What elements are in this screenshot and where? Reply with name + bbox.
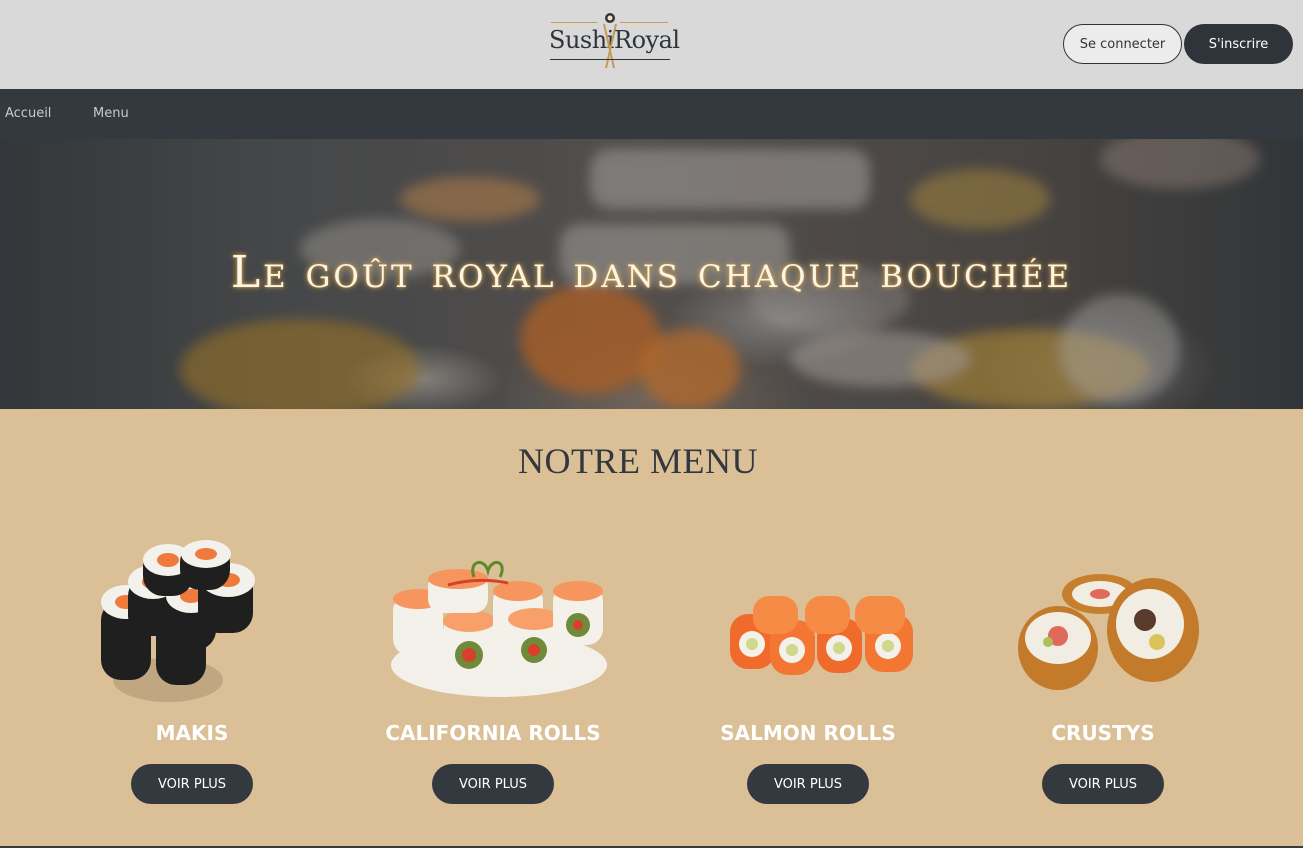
- voir-plus-button-california-rolls[interactable]: VOIR PLUS: [432, 764, 554, 804]
- card-title-california-rolls: CALIFORNIA ROLLS: [385, 721, 601, 745]
- makis-image[interactable]: [98, 540, 263, 710]
- voir-plus-button-makis[interactable]: VOIR PLUS: [131, 764, 253, 804]
- nav-item-accueil[interactable]: Accueil: [5, 106, 51, 121]
- site-header: Sushi Royal Se connecter S'inscrire: [0, 0, 1303, 89]
- card-title-makis: MAKIS: [155, 721, 229, 745]
- voir-plus-button-salmon-rolls[interactable]: VOIR PLUS: [747, 764, 869, 804]
- hero-title: Le goût royal dans chaque bouchée: [230, 247, 1073, 298]
- main-nav: Accueil Menu: [0, 89, 1303, 139]
- card-title-crustys: CRUSTYS: [1051, 721, 1155, 745]
- salmon-rolls-image[interactable]: [725, 592, 920, 680]
- california-rolls-image[interactable]: [388, 555, 610, 700]
- login-button[interactable]: Se connecter: [1063, 24, 1182, 64]
- signup-button[interactable]: S'inscrire: [1184, 24, 1293, 64]
- logo-underline: [550, 59, 670, 60]
- crustys-image[interactable]: [1015, 572, 1205, 692]
- card-title-salmon-rolls: SALMON ROLLS: [720, 721, 896, 745]
- menu-section-title: NOTRE MENU: [518, 441, 758, 481]
- logo-word-right: Royal: [614, 26, 680, 54]
- sushi-royal-logo[interactable]: Sushi Royal: [546, 10, 680, 72]
- logo-ornament-line: [620, 22, 668, 23]
- logo-ornament-line: [551, 22, 597, 23]
- nav-item-menu[interactable]: Menu: [93, 106, 129, 121]
- voir-plus-button-crustys[interactable]: VOIR PLUS: [1042, 764, 1164, 804]
- hero-banner: Le goût royal dans chaque bouchée: [0, 139, 1303, 409]
